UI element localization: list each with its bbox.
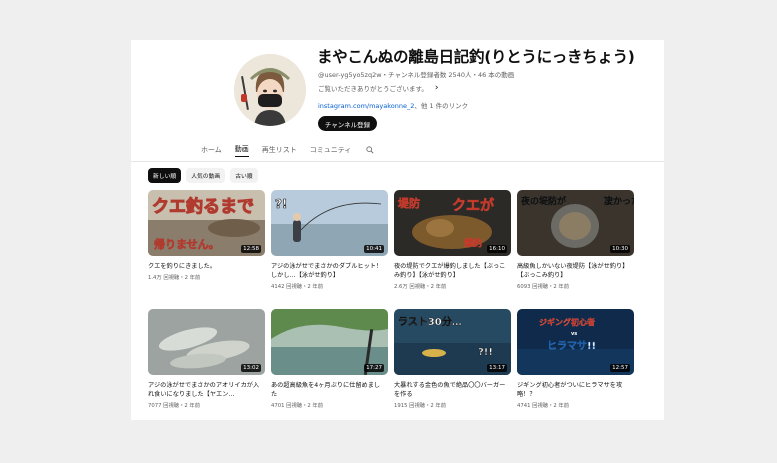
channel-page: まやこんぬの離島日記釣(りとうにっきちょう) @user-yg5yo5zq2w・… <box>131 40 664 420</box>
video-meta: 1915 回視聴・2 年前 <box>394 403 447 409</box>
chip-newest[interactable]: 新しい順 <box>148 168 182 183</box>
thumbnail-caption: クエが <box>452 197 495 214</box>
view-count: 6093 回視聴 <box>517 284 549 290</box>
avatar-illustration <box>234 54 306 126</box>
view-count: 1.4万 回視聴 <box>148 275 180 281</box>
thumbnail-caption: 帰りません。 <box>154 237 220 251</box>
video-title[interactable]: 夜の堤防でクエが爆釣しました【ぶっこみ釣り】【泳がせ釣り】 <box>394 262 508 280</box>
chevron-right-icon[interactable]: › <box>435 83 439 93</box>
video-meta: 6093 回視聴・2 年前 <box>517 284 570 290</box>
video-card[interactable]: 13:02 アジの泳がせでまさかのアオリイカが入れ食いになりました【ヤエン… 7… <box>148 309 265 409</box>
channel-meta: @user-yg5yo5zq2w・チャンネル登録者数 2540人・46 本の動画 <box>318 71 515 79</box>
video-card[interactable]: 夜の堤防が 凄かった 10:30 高級魚しかいない夜堤防【泳がせ釣り】【ぶっこみ… <box>517 190 634 290</box>
duration-badge: 12:58 <box>241 245 261 253</box>
video-title[interactable]: 大暴れする金色の魚で絶品〇〇バーガーを作る <box>394 381 508 399</box>
upload-age: 2 年前 <box>553 284 570 290</box>
view-count: 4142 回視聴 <box>271 284 303 290</box>
thumbnail-caption: 堤防 <box>398 196 420 210</box>
duration-badge: 10:30 <box>610 245 630 253</box>
upload-age: 2 年前 <box>430 403 447 409</box>
sort-chips: 新しい順 人気の動画 古い順 <box>148 168 258 183</box>
video-thumbnail[interactable]: 17:27 <box>271 309 388 375</box>
upload-age: 2 年前 <box>307 403 324 409</box>
duration-badge: 16:10 <box>487 245 507 253</box>
tab-community[interactable]: コミュニティ <box>310 145 352 157</box>
tab-videos[interactable]: 動画 <box>234 144 249 157</box>
video-thumbnail[interactable]: クエ釣るまで 帰りません。 12:58 <box>148 190 265 256</box>
channel-links: instagram.com/mayakonne_2、他 1 件のリンク <box>318 100 468 110</box>
view-count: 4701 回視聴 <box>271 403 303 409</box>
video-card[interactable]: ジギング初心者 vs ヒラマサ!! 12:57 ジギング初心者がついにヒラマサを… <box>517 309 634 409</box>
video-thumbnail[interactable]: ?! 10:41 <box>271 190 388 256</box>
video-title[interactable]: アジの泳がせでまさかのアオリイカが入れ食いになりました【ヤエン… <box>148 381 262 399</box>
video-meta: 4741 回視聴・2 年前 <box>517 403 570 409</box>
chip-oldest[interactable]: 古い順 <box>230 168 258 183</box>
view-count: 2.6万 回視聴 <box>394 284 426 290</box>
duration-badge: 10:41 <box>364 245 384 253</box>
video-title[interactable]: 高級魚しかいない夜堤防【泳がせ釣り】【ぶっこみ釣り】 <box>517 262 631 280</box>
view-count: 4741 回視聴 <box>517 403 549 409</box>
video-thumbnail[interactable]: ジギング初心者 vs ヒラマサ!! 12:57 <box>517 309 634 375</box>
thumbnail-caption: 爆釣 <box>464 237 482 249</box>
more-links-text[interactable]: 、他 1 件のリンク <box>414 102 468 110</box>
chip-popular[interactable]: 人気の動画 <box>186 168 226 183</box>
thumbnail-caption: ラスト30分… <box>398 315 462 328</box>
video-thumbnail[interactable]: ラスト30分… ?!! 13:17 <box>394 309 511 375</box>
duration-badge: 12:57 <box>610 364 630 372</box>
channel-tabs: ホーム 動画 再生リスト コミュニティ <box>201 144 374 157</box>
video-title[interactable]: アジの泳がせでまさかのダブルヒット！しかし…【泳がせ釣り】 <box>271 262 385 280</box>
search-icon[interactable] <box>366 145 374 156</box>
duration-badge: 17:27 <box>364 364 384 372</box>
upload-age: 2 年前 <box>184 403 201 409</box>
duration-badge: 13:02 <box>241 364 261 372</box>
thumbnail-caption: vs <box>571 331 577 337</box>
view-count: 7077 回視聴 <box>148 403 180 409</box>
video-card[interactable]: ?! 10:41 アジの泳がせでまさかのダブルヒット！しかし…【泳がせ釣り】 4… <box>271 190 388 290</box>
video-meta: 4142 回視聴・2 年前 <box>271 284 324 290</box>
thumbnail-caption: ?! <box>275 197 287 211</box>
video-title[interactable]: あの超高級魚を4ヶ月ぶりに仕留めました <box>271 381 385 399</box>
video-title[interactable]: クエを釣りにきました。 <box>148 262 262 271</box>
thumbnail-caption: 凄かった <box>604 195 634 207</box>
thumbnail-caption: ?!! <box>478 347 493 358</box>
video-meta: 4701 回視聴・2 年前 <box>271 403 324 409</box>
thumbnail-caption: クエ釣るまで <box>152 196 254 217</box>
tab-home[interactable]: ホーム <box>201 145 222 157</box>
video-thumbnail[interactable]: 13:02 <box>148 309 265 375</box>
video-meta: 7077 回視聴・2 年前 <box>148 403 201 409</box>
video-card[interactable]: 堤防 クエが 爆釣 16:10 夜の堤防でクエが爆釣しました【ぶっこみ釣り】【泳… <box>394 190 511 290</box>
subscribe-button[interactable]: チャンネル登録 <box>318 116 377 131</box>
instagram-link[interactable]: instagram.com/mayakonne_2 <box>318 102 414 110</box>
video-title[interactable]: ジギング初心者がついにヒラマサを攻略！？ <box>517 381 631 399</box>
video-card[interactable]: クエ釣るまで 帰りません。 12:58 クエを釣りにきました。 1.4万 回視聴… <box>148 190 265 281</box>
upload-age: 2 年前 <box>553 403 570 409</box>
video-meta: 2.6万 回視聴・2 年前 <box>394 284 447 290</box>
channel-description-text: ご覧いただきありがとうございます。 <box>318 85 428 93</box>
channel-name: まやこんぬの離島日記釣(りとうにっきちょう) <box>317 48 635 66</box>
video-meta: 1.4万 回視聴・2 年前 <box>148 275 201 281</box>
view-count: 1915 回視聴 <box>394 403 426 409</box>
thumbnail-caption: ジギング初心者 <box>539 317 595 327</box>
channel-description[interactable]: ご覧いただきありがとうございます。 › <box>318 83 438 93</box>
video-card[interactable]: 17:27 あの超高級魚を4ヶ月ぶりに仕留めました 4701 回視聴・2 年前 <box>271 309 388 409</box>
tabs-divider <box>131 161 664 162</box>
upload-age: 2 年前 <box>307 284 324 290</box>
video-thumbnail[interactable]: 夜の堤防が 凄かった 10:30 <box>517 190 634 256</box>
thumbnail-caption: ヒラマサ!! <box>547 340 596 352</box>
duration-badge: 13:17 <box>487 364 507 372</box>
thumbnail-caption: 夜の堤防が <box>520 195 567 207</box>
upload-age: 2 年前 <box>184 275 201 281</box>
video-thumbnail[interactable]: 堤防 クエが 爆釣 16:10 <box>394 190 511 256</box>
tab-playlists[interactable]: 再生リスト <box>262 145 297 157</box>
channel-avatar[interactable] <box>234 54 306 126</box>
upload-age: 2 年前 <box>430 284 447 290</box>
video-card[interactable]: ラスト30分… ?!! 13:17 大暴れする金色の魚で絶品〇〇バーガーを作る … <box>394 309 511 409</box>
